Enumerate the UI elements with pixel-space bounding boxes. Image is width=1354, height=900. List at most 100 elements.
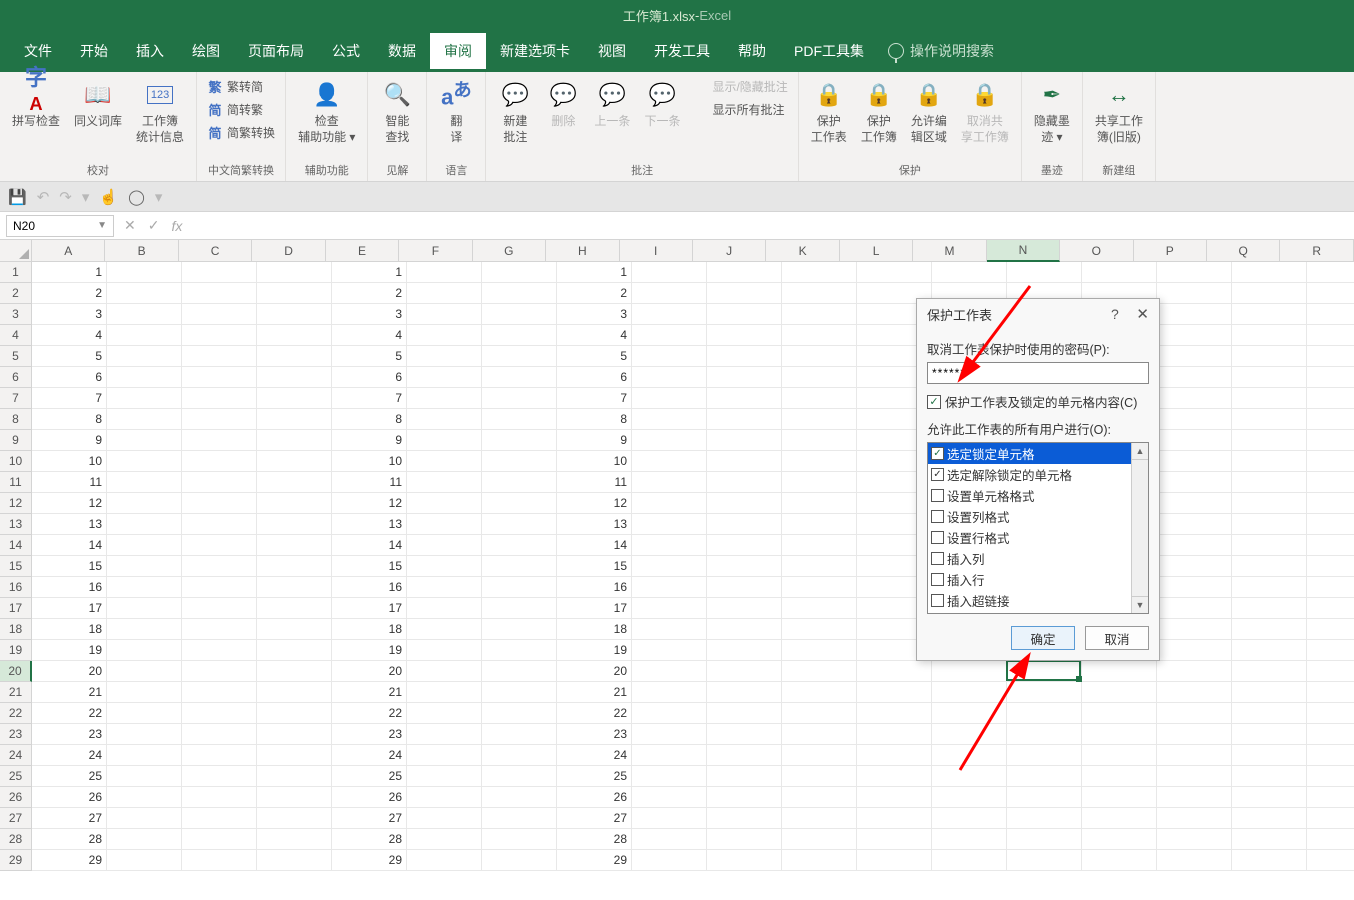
cell-A26[interactable]: 26 [32, 787, 107, 808]
cell-G15[interactable] [482, 556, 557, 577]
ribbon-工作簿统计信息[interactable]: 123工作簿统计信息 [132, 76, 188, 147]
cell-H3[interactable]: 3 [557, 304, 632, 325]
cell-P24[interactable] [1157, 745, 1232, 766]
cell-H28[interactable]: 28 [557, 829, 632, 850]
cell-G10[interactable] [482, 451, 557, 472]
cell-F21[interactable] [407, 682, 482, 703]
cell-K9[interactable] [782, 430, 857, 451]
cell-K22[interactable] [782, 703, 857, 724]
cell-L25[interactable] [857, 766, 932, 787]
cell-F11[interactable] [407, 472, 482, 493]
row-header-24[interactable]: 24 [0, 745, 32, 766]
cell-Q6[interactable] [1232, 367, 1307, 388]
cell-I7[interactable] [632, 388, 707, 409]
cell-B4[interactable] [107, 325, 182, 346]
row-header-18[interactable]: 18 [0, 619, 32, 640]
cell-A3[interactable]: 3 [32, 304, 107, 325]
cell-J27[interactable] [707, 808, 782, 829]
cell-H12[interactable]: 12 [557, 493, 632, 514]
cell-I15[interactable] [632, 556, 707, 577]
cell-B19[interactable] [107, 640, 182, 661]
cell-B2[interactable] [107, 283, 182, 304]
cell-F20[interactable] [407, 661, 482, 682]
cell-B5[interactable] [107, 346, 182, 367]
cell-E1[interactable]: 1 [332, 262, 407, 283]
cell-J25[interactable] [707, 766, 782, 787]
cell-Q12[interactable] [1232, 493, 1307, 514]
cell-G26[interactable] [482, 787, 557, 808]
checkbox-icon[interactable] [931, 552, 944, 565]
ribbon-翻译[interactable]: aあ翻译 [435, 76, 477, 147]
cell-H25[interactable]: 25 [557, 766, 632, 787]
cell-M20[interactable] [932, 661, 1007, 682]
cell-K7[interactable] [782, 388, 857, 409]
cell-H20[interactable]: 20 [557, 661, 632, 682]
col-header-O[interactable]: O [1060, 240, 1133, 262]
cell-H27[interactable]: 27 [557, 808, 632, 829]
cell-G17[interactable] [482, 598, 557, 619]
ribbon-隐藏墨迹[interactable]: ✒隐藏墨迹 ▾ [1030, 76, 1074, 147]
cell-R9[interactable] [1307, 430, 1354, 451]
cell-O22[interactable] [1082, 703, 1157, 724]
cell-B28[interactable] [107, 829, 182, 850]
cell-G5[interactable] [482, 346, 557, 367]
cell-R17[interactable] [1307, 598, 1354, 619]
cell-P2[interactable] [1157, 283, 1232, 304]
checkbox-icon[interactable] [931, 573, 944, 586]
cell-J28[interactable] [707, 829, 782, 850]
cell-G16[interactable] [482, 577, 557, 598]
cell-Q23[interactable] [1232, 724, 1307, 745]
cell-O21[interactable] [1082, 682, 1157, 703]
cell-F1[interactable] [407, 262, 482, 283]
cell-C19[interactable] [182, 640, 257, 661]
cell-I5[interactable] [632, 346, 707, 367]
cell-L21[interactable] [857, 682, 932, 703]
cell-I1[interactable] [632, 262, 707, 283]
cell-N28[interactable] [1007, 829, 1082, 850]
cell-D10[interactable] [257, 451, 332, 472]
cell-E28[interactable]: 28 [332, 829, 407, 850]
cell-R20[interactable] [1307, 661, 1354, 682]
undo-icon[interactable]: ↶ [37, 188, 50, 206]
cell-N22[interactable] [1007, 703, 1082, 724]
cell-I14[interactable] [632, 535, 707, 556]
cell-B27[interactable] [107, 808, 182, 829]
cell-R16[interactable] [1307, 577, 1354, 598]
cell-C14[interactable] [182, 535, 257, 556]
cell-I17[interactable] [632, 598, 707, 619]
cell-P4[interactable] [1157, 325, 1232, 346]
menu-tab-公式[interactable]: 公式 [318, 33, 374, 69]
cell-F16[interactable] [407, 577, 482, 598]
cell-B3[interactable] [107, 304, 182, 325]
cell-H10[interactable]: 10 [557, 451, 632, 472]
cell-O29[interactable] [1082, 850, 1157, 871]
ribbon-拼写检查[interactable]: 字A拼写检查 [8, 76, 64, 132]
cell-I26[interactable] [632, 787, 707, 808]
cell-H7[interactable]: 7 [557, 388, 632, 409]
cell-C8[interactable] [182, 409, 257, 430]
row-header-9[interactable]: 9 [0, 430, 32, 451]
cell-H18[interactable]: 18 [557, 619, 632, 640]
cell-R12[interactable] [1307, 493, 1354, 514]
col-header-K[interactable]: K [766, 240, 839, 262]
cell-P22[interactable] [1157, 703, 1232, 724]
cancel-button[interactable]: 取消 [1085, 626, 1149, 650]
cell-O25[interactable] [1082, 766, 1157, 787]
cell-H19[interactable]: 19 [557, 640, 632, 661]
cell-K23[interactable] [782, 724, 857, 745]
cell-J7[interactable] [707, 388, 782, 409]
cell-K14[interactable] [782, 535, 857, 556]
cell-P17[interactable] [1157, 598, 1232, 619]
cell-D15[interactable] [257, 556, 332, 577]
cell-R8[interactable] [1307, 409, 1354, 430]
cell-C11[interactable] [182, 472, 257, 493]
cell-Q8[interactable] [1232, 409, 1307, 430]
cell-K29[interactable] [782, 850, 857, 871]
cell-P10[interactable] [1157, 451, 1232, 472]
cell-G22[interactable] [482, 703, 557, 724]
cell-P16[interactable] [1157, 577, 1232, 598]
cell-H22[interactable]: 22 [557, 703, 632, 724]
cell-L26[interactable] [857, 787, 932, 808]
cell-I28[interactable] [632, 829, 707, 850]
cell-L24[interactable] [857, 745, 932, 766]
